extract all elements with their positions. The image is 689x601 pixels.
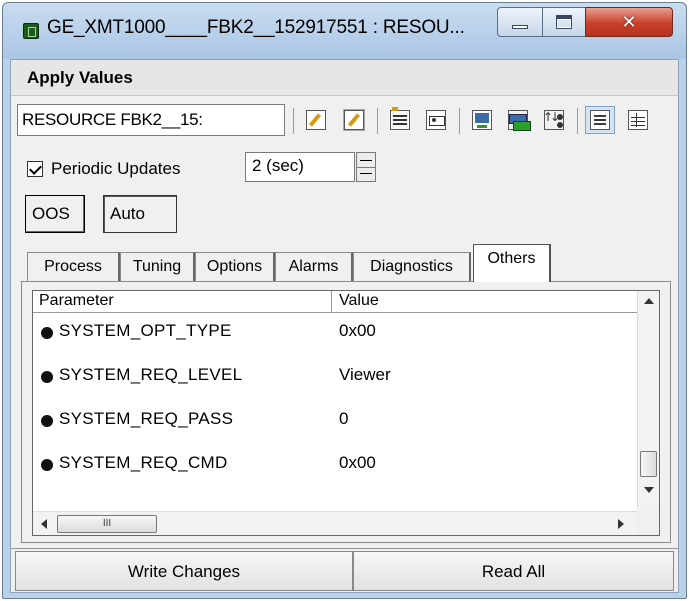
write-changes-button[interactable]: Write Changes xyxy=(15,551,353,591)
list-view-icon xyxy=(590,110,610,130)
app-icon xyxy=(23,23,39,39)
parameter-value[interactable]: Viewer xyxy=(339,365,391,385)
close-button[interactable]: ✕ xyxy=(585,7,673,37)
monitor-icon xyxy=(472,110,492,130)
vertical-scroll-thumb[interactable] xyxy=(640,451,657,477)
list-header: Parameter Value xyxy=(33,291,637,313)
app-window: GE_XMT1000____FBK2__152917551 : RESOU...… xyxy=(2,2,687,599)
horizontal-scroll-thumb[interactable]: III xyxy=(57,515,157,533)
maximize-button[interactable] xyxy=(542,7,586,37)
table-row[interactable]: SYSTEM_REQ_LEVEL Viewer xyxy=(33,357,637,401)
scroll-left-icon[interactable] xyxy=(41,519,47,529)
status-dot-icon xyxy=(41,371,53,383)
vertical-scrollbar[interactable] xyxy=(637,291,659,509)
grid-view-icon xyxy=(628,110,648,130)
scroll-up-icon[interactable] xyxy=(644,298,654,304)
parameter-name: SYSTEM_REQ_PASS xyxy=(59,409,234,428)
periodic-updates-label[interactable]: Periodic Updates xyxy=(51,159,180,179)
column-divider[interactable] xyxy=(331,291,332,312)
column-header-value[interactable]: Value xyxy=(339,292,379,312)
oos-button[interactable]: OOS xyxy=(25,195,85,233)
parameter-value[interactable]: 0 xyxy=(339,409,348,429)
table-row[interactable]: SYSTEM_REQ_CMD 0x00 xyxy=(33,445,637,489)
maximize-icon xyxy=(556,15,572,29)
parameter-name: SYSTEM_REQ_LEVEL xyxy=(59,365,243,384)
tab-alarms[interactable]: Alarms xyxy=(275,252,353,282)
monitor-button[interactable] xyxy=(467,106,497,134)
close-icon: ✕ xyxy=(621,11,637,33)
tabs-button[interactable] xyxy=(385,106,415,134)
client-area: Apply Values RESOURCE FBK2__15: Periodic… xyxy=(10,59,679,593)
toolbar-separator xyxy=(377,108,378,134)
table-row[interactable]: SYSTEM_REQ_PASS 0 xyxy=(33,401,637,445)
tab-options[interactable]: Options xyxy=(195,252,275,282)
sort-button[interactable] xyxy=(539,106,569,134)
card-icon xyxy=(426,110,446,130)
scroll-right-icon[interactable] xyxy=(618,519,624,529)
tab-process[interactable]: Process xyxy=(27,252,120,282)
tab-others[interactable]: Others xyxy=(473,244,551,282)
window-title: GE_XMT1000____FBK2__152917551 : RESOU... xyxy=(47,17,465,38)
tab-diagnostics[interactable]: Diagnostics xyxy=(353,252,471,282)
minimize-button[interactable] xyxy=(497,7,543,37)
edit-selected-button[interactable] xyxy=(339,106,369,134)
parameter-value[interactable]: 0x00 xyxy=(339,453,376,473)
spinner-divider xyxy=(357,167,375,168)
status-dot-icon xyxy=(41,327,53,339)
status-dot-icon xyxy=(41,459,53,471)
toolbar-separator xyxy=(577,108,578,134)
toolbar: RESOURCE FBK2__15: xyxy=(11,98,678,144)
parameter-list: Parameter Value SYSTEM_OPT_TYPE 0x00 SYS… xyxy=(32,290,660,536)
horizontal-scrollbar[interactable]: III xyxy=(33,511,637,535)
menu-apply-values[interactable]: Apply Values xyxy=(27,68,133,88)
toolbar-separator xyxy=(459,108,460,134)
list-view-button[interactable] xyxy=(585,106,615,134)
grid-view-button[interactable] xyxy=(623,106,653,134)
status-dot-icon xyxy=(41,415,53,427)
tab-tuning[interactable]: Tuning xyxy=(120,252,195,282)
sort-icon xyxy=(543,110,564,130)
table-row[interactable]: SYSTEM_OPT_TYPE 0x00 xyxy=(33,313,637,357)
periodic-updates-checkbox[interactable] xyxy=(27,161,43,177)
column-header-parameter[interactable]: Parameter xyxy=(39,292,114,312)
resource-field[interactable]: RESOURCE FBK2__15: xyxy=(17,104,285,136)
transfer-button[interactable] xyxy=(503,106,533,134)
menu-bar: Apply Values xyxy=(11,60,678,96)
interval-spinner[interactable] xyxy=(356,152,376,182)
parameter-name: SYSTEM_REQ_CMD xyxy=(59,453,228,472)
card-button[interactable] xyxy=(421,106,451,134)
read-all-button[interactable]: Read All xyxy=(353,551,674,591)
edit-icon xyxy=(306,110,326,130)
action-bar: Write Changes Read All xyxy=(11,548,678,592)
tab-strip: Process Tuning Options Alarms Diagnostic… xyxy=(21,242,671,282)
scroll-down-icon[interactable] xyxy=(644,487,654,493)
scrollbar-corner xyxy=(637,509,659,535)
toolbar-separator xyxy=(293,108,294,134)
edit-selected-icon xyxy=(344,110,364,130)
periodic-updates: Periodic Updates xyxy=(27,154,180,184)
tab-panel-others: Parameter Value SYSTEM_OPT_TYPE 0x00 SYS… xyxy=(21,281,671,543)
interval-field[interactable]: 2 (sec) xyxy=(245,152,355,182)
title-bar[interactable]: GE_XMT1000____FBK2__152917551 : RESOU...… xyxy=(3,3,686,59)
tabs-icon xyxy=(390,107,410,130)
auto-button[interactable]: Auto xyxy=(103,195,177,233)
minimize-icon xyxy=(512,25,528,29)
parameter-name: SYSTEM_OPT_TYPE xyxy=(59,321,232,340)
edit-button[interactable] xyxy=(301,106,331,134)
parameter-value[interactable]: 0x00 xyxy=(339,321,376,341)
transfer-icon xyxy=(508,110,531,131)
